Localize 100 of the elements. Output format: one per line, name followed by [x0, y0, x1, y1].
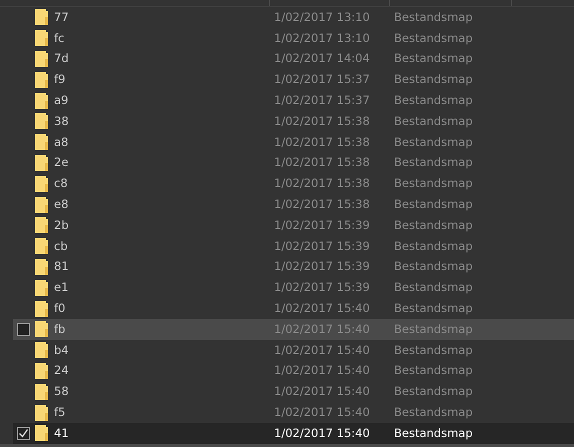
- file-type: Bestandsmap: [394, 92, 473, 109]
- file-name: cb: [54, 238, 69, 255]
- file-type: Bestandsmap: [394, 383, 473, 400]
- file-name: b4: [54, 342, 70, 359]
- file-name: 81: [54, 258, 70, 276]
- folder-icon: [35, 176, 48, 192]
- folder-icon: [35, 72, 48, 88]
- file-row[interactable]: 2b 1/02/2017 15:39 Bestandsmap: [13, 214, 574, 236]
- date-modified: 1/02/2017 15:39: [274, 216, 371, 234]
- file-name: f0: [54, 300, 66, 317]
- folder-icon: [35, 425, 48, 442]
- folder-icon: [35, 217, 48, 234]
- date-modified: 1/02/2017 13:10: [274, 8, 371, 26]
- file-name: 58: [54, 383, 70, 400]
- folder-icon: [35, 92, 48, 109]
- file-name: 7d: [54, 50, 70, 68]
- date-modified: 1/02/2017 15:40: [274, 300, 371, 317]
- file-row[interactable]: a9 1/02/2017 15:37 Bestandsmap: [13, 90, 574, 111]
- checkbox[interactable]: [17, 322, 30, 336]
- folder-icon: [35, 50, 48, 67]
- date-modified: 1/02/2017 15:40: [274, 424, 371, 442]
- date-modified: 1/02/2017 15:39: [274, 238, 371, 255]
- file-name: f5: [54, 404, 66, 421]
- date-modified: 1/02/2017 14:04: [274, 50, 371, 68]
- date-modified: 1/02/2017 15:38: [274, 112, 371, 130]
- folder-icon: [35, 9, 48, 26]
- file-type: Bestandsmap: [394, 30, 473, 47]
- file-row[interactable]: c8 1/02/2017 15:38 Bestandsmap: [13, 173, 574, 194]
- file-row[interactable]: 41 1/02/2017 15:40 Bestandsmap: [13, 422, 574, 444]
- file-type: Bestandsmap: [394, 238, 473, 255]
- file-row[interactable]: f9 1/02/2017 15:37 Bestandsmap: [13, 69, 574, 90]
- file-type: Bestandsmap: [394, 175, 473, 192]
- file-row[interactable]: 7d 1/02/2017 14:04 Bestandsmap: [13, 48, 574, 70]
- date-modified: 1/02/2017 15:39: [274, 258, 371, 276]
- file-row[interactable]: cb 1/02/2017 15:39 Bestandsmap: [13, 236, 574, 257]
- folder-icon: [35, 280, 48, 296]
- date-modified: 1/02/2017 15:37: [274, 92, 371, 109]
- file-type: Bestandsmap: [394, 196, 473, 213]
- file-row[interactable]: 38 1/02/2017 15:38 Bestandsmap: [13, 110, 574, 132]
- file-type: Bestandsmap: [394, 71, 473, 88]
- file-type: Bestandsmap: [394, 258, 473, 276]
- file-row[interactable]: f5 1/02/2017 15:40 Bestandsmap: [13, 402, 574, 423]
- file-name: 2b: [54, 216, 70, 234]
- folder-icon: [35, 196, 48, 213]
- file-name: a8: [54, 134, 70, 151]
- date-modified: 1/02/2017 15:37: [274, 71, 371, 88]
- folder-icon: [35, 30, 48, 46]
- file-name: fb: [54, 320, 66, 338]
- file-row[interactable]: 77 1/02/2017 13:10 Bestandsmap: [13, 7, 574, 28]
- date-modified: 1/02/2017 15:40: [274, 383, 371, 400]
- file-row[interactable]: 24 1/02/2017 15:40 Bestandsmap: [13, 360, 574, 382]
- file-name: a9: [54, 92, 70, 109]
- folder-icon: [35, 134, 48, 150]
- folder-icon: [35, 362, 48, 379]
- folder-icon: [35, 258, 48, 275]
- file-type: Bestandsmap: [394, 154, 473, 172]
- folder-icon: [35, 300, 48, 317]
- folder-icon: [35, 154, 48, 171]
- file-name: e8: [54, 196, 70, 213]
- date-modified: 1/02/2017 13:10: [274, 30, 371, 47]
- date-modified: 1/02/2017 15:40: [274, 404, 371, 421]
- folder-icon: [35, 113, 48, 130]
- date-modified: 1/02/2017 15:38: [274, 196, 371, 213]
- file-row[interactable]: a8 1/02/2017 15:38 Bestandsmap: [13, 132, 574, 153]
- date-modified: 1/02/2017 15:38: [274, 134, 371, 151]
- file-name: fc: [54, 30, 66, 47]
- file-row[interactable]: fc 1/02/2017 13:10 Bestandsmap: [13, 28, 574, 49]
- file-name: f9: [54, 71, 66, 88]
- file-name: 41: [54, 424, 70, 442]
- date-modified: 1/02/2017 15:40: [274, 320, 371, 338]
- file-row[interactable]: fb 1/02/2017 15:40 Bestandsmap: [13, 318, 574, 340]
- file-row[interactable]: f0 1/02/2017 15:40 Bestandsmap: [13, 298, 574, 319]
- file-type: Bestandsmap: [394, 424, 473, 442]
- file-name: 24: [54, 362, 70, 380]
- file-type: Bestandsmap: [394, 279, 473, 296]
- file-row[interactable]: 2e 1/02/2017 15:38 Bestandsmap: [13, 152, 574, 174]
- file-type: Bestandsmap: [394, 362, 473, 380]
- file-type: Bestandsmap: [394, 50, 473, 68]
- file-row[interactable]: b4 1/02/2017 15:40 Bestandsmap: [13, 340, 574, 361]
- file-type: Bestandsmap: [394, 300, 473, 317]
- folder-icon: [35, 342, 48, 358]
- file-row[interactable]: 58 1/02/2017 15:40 Bestandsmap: [13, 381, 574, 402]
- file-type: Bestandsmap: [394, 404, 473, 421]
- date-modified: 1/02/2017 15:40: [274, 362, 371, 380]
- folder-icon: [35, 238, 48, 254]
- date-modified: 1/02/2017 15:38: [274, 154, 371, 172]
- folder-icon: [35, 321, 48, 338]
- file-type: Bestandsmap: [394, 134, 473, 151]
- file-type: Bestandsmap: [394, 216, 473, 234]
- folder-icon: [35, 384, 48, 400]
- file-row[interactable]: e1 1/02/2017 15:39 Bestandsmap: [13, 277, 574, 298]
- date-modified: 1/02/2017 15:38: [274, 175, 371, 192]
- file-row[interactable]: 81 1/02/2017 15:39 Bestandsmap: [13, 256, 574, 278]
- file-type: Bestandsmap: [394, 320, 473, 338]
- file-type: Bestandsmap: [394, 8, 473, 26]
- date-modified: 1/02/2017 15:39: [274, 279, 371, 296]
- checkbox[interactable]: [17, 426, 30, 440]
- file-name: c8: [54, 175, 69, 192]
- file-row[interactable]: e8 1/02/2017 15:38 Bestandsmap: [13, 194, 574, 215]
- date-modified: 1/02/2017 15:40: [274, 342, 371, 359]
